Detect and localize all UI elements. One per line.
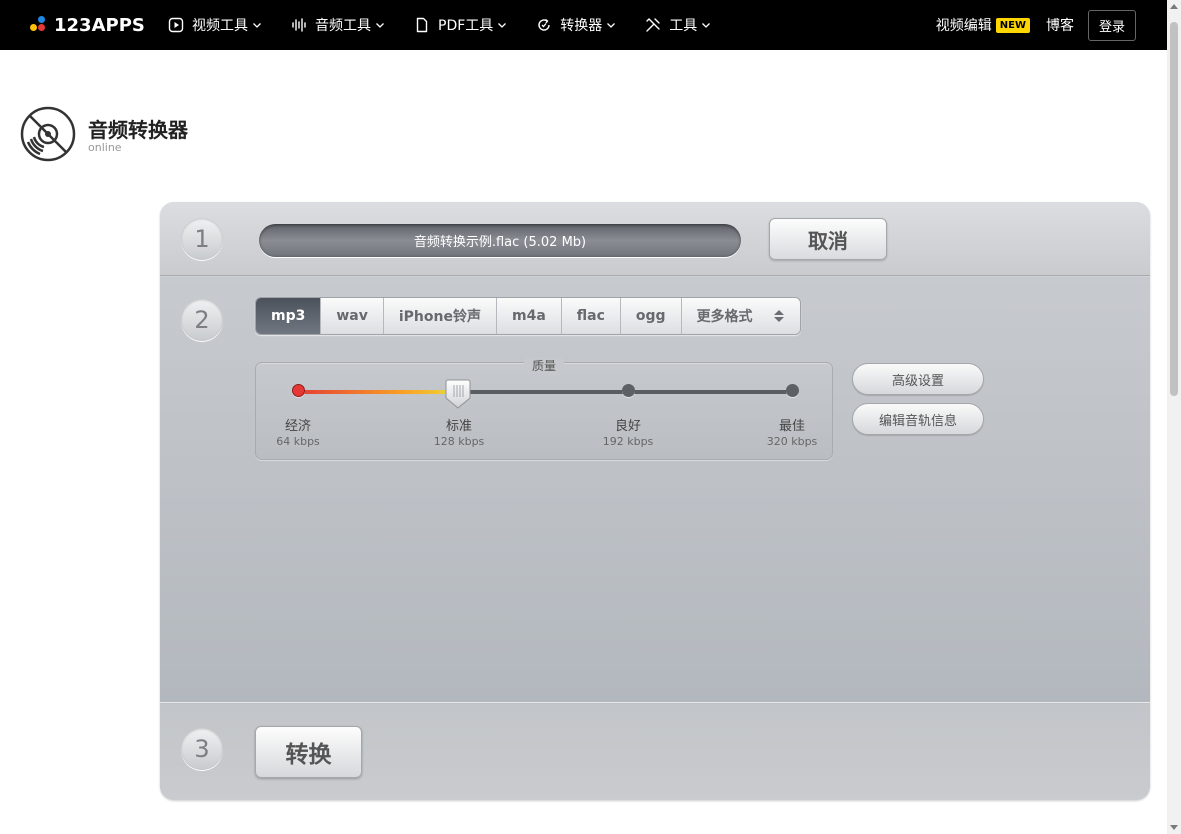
audio-disc-icon <box>20 106 76 162</box>
nav-item-converters[interactable]: 转换器 <box>535 15 616 35</box>
advanced-settings-button[interactable]: 高级设置 <box>852 363 984 395</box>
format-tab-iphone-ringtone[interactable]: iPhone铃声 <box>383 298 497 334</box>
right-nav: 视频编辑 NEW 博客 登录 <box>920 0 1136 50</box>
quality-slider-knob[interactable] <box>445 378 471 410</box>
format-tab-flac[interactable]: flac <box>561 298 621 334</box>
selected-file-bar[interactable]: 音频转换示例.flac (5.02 Mb) <box>259 224 741 257</box>
step-number-1: 1 <box>181 218 223 260</box>
waveform-icon <box>290 16 308 34</box>
step-number-3: 3 <box>181 728 223 770</box>
chevron-down-icon <box>253 23 261 28</box>
main-nav: 视频工具 音频工具 PDF工具 转换器 工具 <box>167 0 739 50</box>
document-icon <box>413 16 431 34</box>
edit-track-info-button[interactable]: 编辑音轨信息 <box>852 403 984 435</box>
quality-stop-economy[interactable] <box>292 384 305 397</box>
nav-item-pdf-tools[interactable]: PDF工具 <box>413 15 507 35</box>
top-nav-bar: 123APPS 视频工具 音频工具 PDF工具 转换器 工具 视频编辑 NEW … <box>0 0 1181 50</box>
chevron-down-icon <box>498 23 507 28</box>
quality-stop-label-best: 最佳 320 kbps <box>766 419 818 448</box>
nav-label: 音频工具 <box>315 18 371 34</box>
chevron-down-icon <box>702 23 711 28</box>
format-tab-wav[interactable]: wav <box>321 298 384 334</box>
format-tab-ogg[interactable]: ogg <box>620 298 682 334</box>
quality-stop-label-economy: 经济 64 kbps <box>276 419 320 448</box>
logo-text: 123APPS <box>54 14 145 36</box>
app-title: 音频转换器 <box>88 118 188 142</box>
login-button[interactable]: 登录 <box>1087 9 1136 41</box>
nav-label: 视频工具 <box>192 18 248 34</box>
nav-item-tools[interactable]: 工具 <box>644 15 711 35</box>
new-badge: NEW <box>995 17 1030 33</box>
tools-icon <box>644 16 662 34</box>
format-tab-m4a[interactable]: m4a <box>496 298 562 334</box>
video-editor-link[interactable]: 视频编辑 NEW <box>936 15 1030 35</box>
quality-stop-best[interactable] <box>786 384 799 397</box>
blog-link[interactable]: 博客 <box>1046 15 1074 35</box>
brand-logo[interactable]: 123APPS <box>30 14 145 36</box>
scroll-down-arrow-icon[interactable] <box>1170 825 1178 830</box>
scrollbar-thumb[interactable] <box>1170 22 1178 396</box>
quality-slider-box: 质量 经济 64 kbps 标准 128 kbps 良好 192 kbps 最佳… <box>255 357 833 460</box>
logo-dots-icon <box>30 15 50 35</box>
more-formats-label: 更多格式 <box>696 309 753 325</box>
nav-item-video-tools[interactable]: 视频工具 <box>167 15 262 35</box>
up-down-arrows-icon <box>773 309 785 323</box>
step-1-row: 1 音频转换示例.flac (5.02 Mb) 取消 <box>160 202 1150 276</box>
format-tab-mp3[interactable]: mp3 <box>256 298 322 334</box>
step-number-2: 2 <box>181 299 223 341</box>
nav-label: PDF工具 <box>438 18 494 34</box>
convert-button[interactable]: 转换 <box>255 726 362 778</box>
scroll-up-arrow-icon[interactable] <box>1170 4 1178 9</box>
page-scrollbar[interactable] <box>1167 0 1181 834</box>
quality-stop-label-standard: 标准 128 kbps <box>433 419 485 448</box>
nav-label: 工具 <box>669 18 698 34</box>
quality-slider-fill <box>293 390 463 394</box>
format-tabs: mp3 wav iPhone铃声 m4a flac ogg 更多格式 <box>255 297 801 335</box>
app-header: 音频转换器 online <box>20 106 188 162</box>
video-editor-label: 视频编辑 <box>935 18 992 34</box>
nav-label: 转换器 <box>560 18 603 34</box>
quality-slider-track[interactable] <box>293 390 793 394</box>
chevron-down-icon <box>607 23 616 28</box>
quality-stop-good[interactable] <box>622 384 635 397</box>
quality-stop-label-good: 良好 192 kbps <box>602 419 654 448</box>
cancel-button[interactable]: 取消 <box>769 218 887 260</box>
converter-panel: 1 音频转换示例.flac (5.02 Mb) 取消 2 mp3 wav iPh… <box>160 202 1150 800</box>
quality-label: 质量 <box>524 357 565 374</box>
step-3-row: 3 转换 <box>160 704 1150 800</box>
play-square-icon <box>167 16 185 34</box>
more-formats-dropdown[interactable]: 更多格式 <box>681 298 800 334</box>
convert-cycle-icon <box>535 16 553 34</box>
step-2-row: 2 mp3 wav iPhone铃声 m4a flac ogg 更多格式 质量 <box>160 277 1150 703</box>
nav-item-audio-tools[interactable]: 音频工具 <box>290 15 385 35</box>
chevron-down-icon <box>376 23 384 28</box>
